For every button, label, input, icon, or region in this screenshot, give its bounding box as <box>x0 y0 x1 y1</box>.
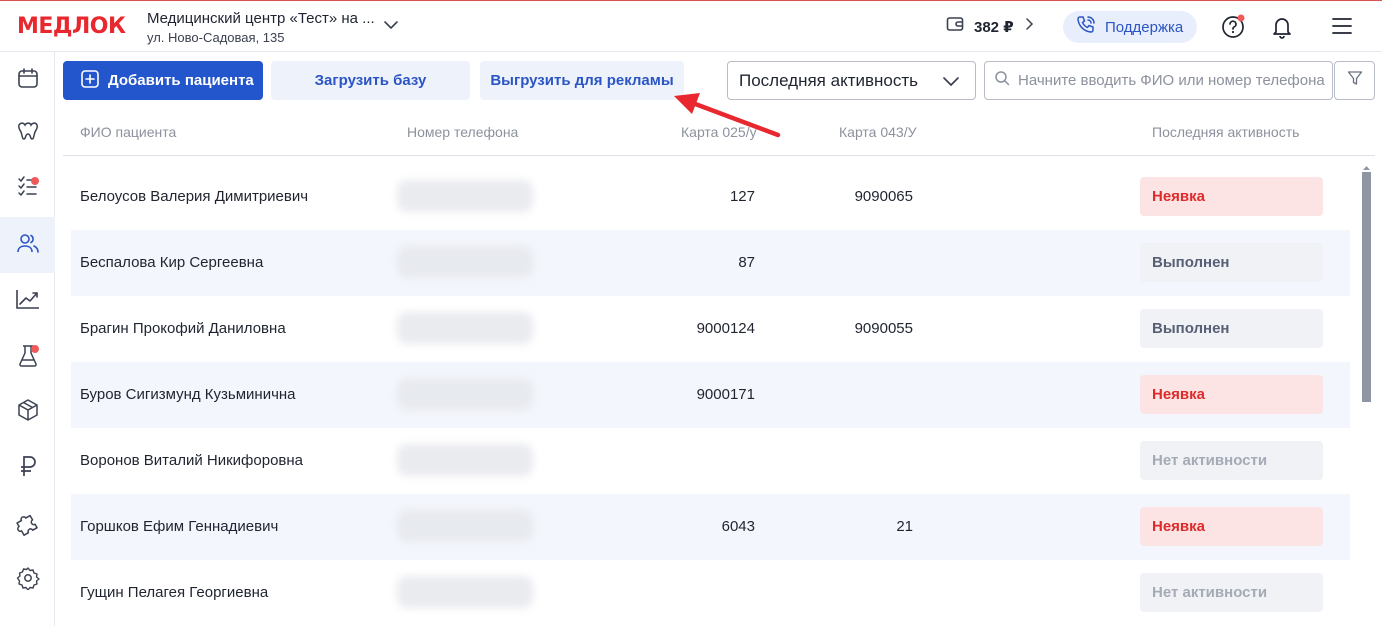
status-badge: Неявка <box>1140 177 1323 216</box>
card-025-value: 127 <box>729 188 755 205</box>
sort-select-value: Последняя активность <box>739 70 918 90</box>
sidebar-item-finance[interactable] <box>0 440 55 496</box>
ruble-icon <box>18 454 38 483</box>
annotation-arrow-icon <box>674 93 781 138</box>
add-patient-button[interactable]: Добавить пациента <box>63 61 263 100</box>
patients-table: ФИО пациента Номер телефона Карта 025/у … <box>63 110 1375 626</box>
chevron-down-icon <box>942 73 960 94</box>
table-row[interactable]: Брагин Прокофий Даниловна 9000124 9090055 В… <box>71 296 1350 362</box>
card-043-value: 9090055 <box>854 320 913 337</box>
sidebar-item-warehouse[interactable] <box>0 384 55 440</box>
search-icon <box>994 70 1010 91</box>
phone-blurred <box>397 378 533 410</box>
card-025-value: 6043 <box>721 518 755 535</box>
table-row[interactable]: Беспалова Кир Сергеевна 87 Выполнен <box>71 230 1350 296</box>
support-label: Поддержка <box>1105 18 1184 36</box>
column-header-last-activity[interactable]: Последняя активность <box>1152 124 1299 140</box>
phone-blurred <box>397 510 533 542</box>
help-icon[interactable] <box>1221 14 1247 45</box>
status-badge: Неявка <box>1140 507 1323 546</box>
app-logo[interactable]: МЕДЛОК <box>17 14 126 39</box>
table-row[interactable]: Воронов Виталий Никифоровна Нет активност… <box>71 428 1350 494</box>
bell-icon[interactable] <box>1270 14 1294 45</box>
sidebar-item-calendar[interactable] <box>0 52 55 108</box>
scrollbar-thumb[interactable] <box>1362 172 1371 402</box>
filter-icon <box>1347 70 1363 91</box>
sidebar-item-tasks[interactable] <box>0 159 55 215</box>
support-button[interactable]: Поддержка <box>1063 11 1197 43</box>
clinic-address: ул. Ново-Садовая, 135 <box>147 30 285 45</box>
card-025-value: 9000124 <box>696 320 755 337</box>
phone-blurred <box>397 312 533 344</box>
hamburger-menu-icon[interactable] <box>1331 16 1353 41</box>
clinic-name: Медицинский центр «Тест» на ... <box>147 10 375 27</box>
sidebar-item-analytics[interactable] <box>0 273 55 329</box>
patient-name[interactable]: Белоусов Валерия Димитриевич <box>80 188 308 205</box>
sidebar-item-lab[interactable] <box>0 330 55 386</box>
plus-square-icon <box>81 69 99 92</box>
wallet-icon <box>946 15 966 38</box>
sidebar-item-patients[interactable] <box>0 217 55 273</box>
sidebar-item-dentistry[interactable] <box>0 105 55 161</box>
search-input[interactable] <box>1018 72 1328 89</box>
notification-dot <box>31 345 39 353</box>
card-043-value: 9090065 <box>854 188 913 205</box>
phone-blurred <box>397 246 533 278</box>
sidebar-item-settings[interactable] <box>0 552 55 608</box>
status-badge: Выполнен <box>1140 243 1323 282</box>
balance-widget[interactable]: 382 ₽ <box>946 15 1036 38</box>
patient-name[interactable]: Беспалова Кир Сергеевна <box>80 254 263 271</box>
patient-name[interactable]: Горшков Ефим Геннадиевич <box>80 518 278 535</box>
search-field[interactable] <box>984 61 1333 100</box>
chevron-right-icon <box>1022 17 1036 36</box>
card-025-value: 87 <box>738 254 755 271</box>
notification-dot <box>31 177 39 185</box>
status-badge: Неявка <box>1140 375 1323 414</box>
calendar-icon <box>16 66 40 95</box>
puzzle-icon <box>15 512 40 541</box>
table-row[interactable]: Буров Сигизмунд Кузьминична 9000171 Неявка <box>71 362 1350 428</box>
status-badge: Нет активности <box>1140 573 1323 612</box>
balance-value: 382 ₽ <box>974 18 1014 36</box>
box-icon <box>16 398 40 427</box>
table-row[interactable]: Белоусов Валерия Димитриевич 127 9090065 Не… <box>71 164 1350 230</box>
patient-name[interactable]: Гущин Пелагея Георгиевна <box>80 584 268 601</box>
sidebar <box>0 52 55 626</box>
chevron-down-icon[interactable] <box>383 17 399 38</box>
status-badge: Выполнен <box>1140 309 1323 348</box>
table-row[interactable]: Горшков Ефим Геннадиевич 6043 21 Неявка <box>71 494 1350 560</box>
add-patient-label: Добавить пациента <box>108 72 254 89</box>
patients-icon <box>16 231 40 260</box>
phone-blurred <box>397 576 533 608</box>
top-header: МЕДЛОК Медицинский центр «Тест» на ... у… <box>0 0 1382 52</box>
column-header-phone[interactable]: Номер телефона <box>407 124 518 140</box>
patient-name[interactable]: Воронов Виталий Никифоровна <box>80 452 303 469</box>
table-row[interactable]: Гущин Пелагея Георгиевна Нет активности <box>71 560 1350 626</box>
card-043-value: 21 <box>896 518 913 535</box>
column-header-card043[interactable]: Карта 043/У <box>839 124 917 140</box>
tooth-icon <box>15 119 41 148</box>
phone-blurred <box>397 180 533 212</box>
card-025-value: 9000171 <box>696 386 755 403</box>
patient-name[interactable]: Буров Сигизмунд Кузьминична <box>80 386 296 403</box>
sidebar-item-integrations[interactable] <box>0 498 55 554</box>
filter-button[interactable] <box>1334 61 1375 100</box>
status-badge: Нет активности <box>1140 441 1323 480</box>
analytics-icon <box>15 288 41 315</box>
clinic-selector[interactable]: Медицинский центр «Тест» на ... ул. Ново… <box>147 10 375 47</box>
phone-call-icon <box>1075 14 1097 40</box>
patient-name[interactable]: Брагин Прокофий Даниловна <box>80 320 286 337</box>
phone-blurred <box>397 444 533 476</box>
export-for-ads-button[interactable]: Выгрузить для рекламы <box>480 61 684 100</box>
column-header-name[interactable]: ФИО пациента <box>80 124 176 140</box>
gear-icon <box>16 566 40 595</box>
upload-base-button[interactable]: Загрузить базу <box>271 61 470 100</box>
